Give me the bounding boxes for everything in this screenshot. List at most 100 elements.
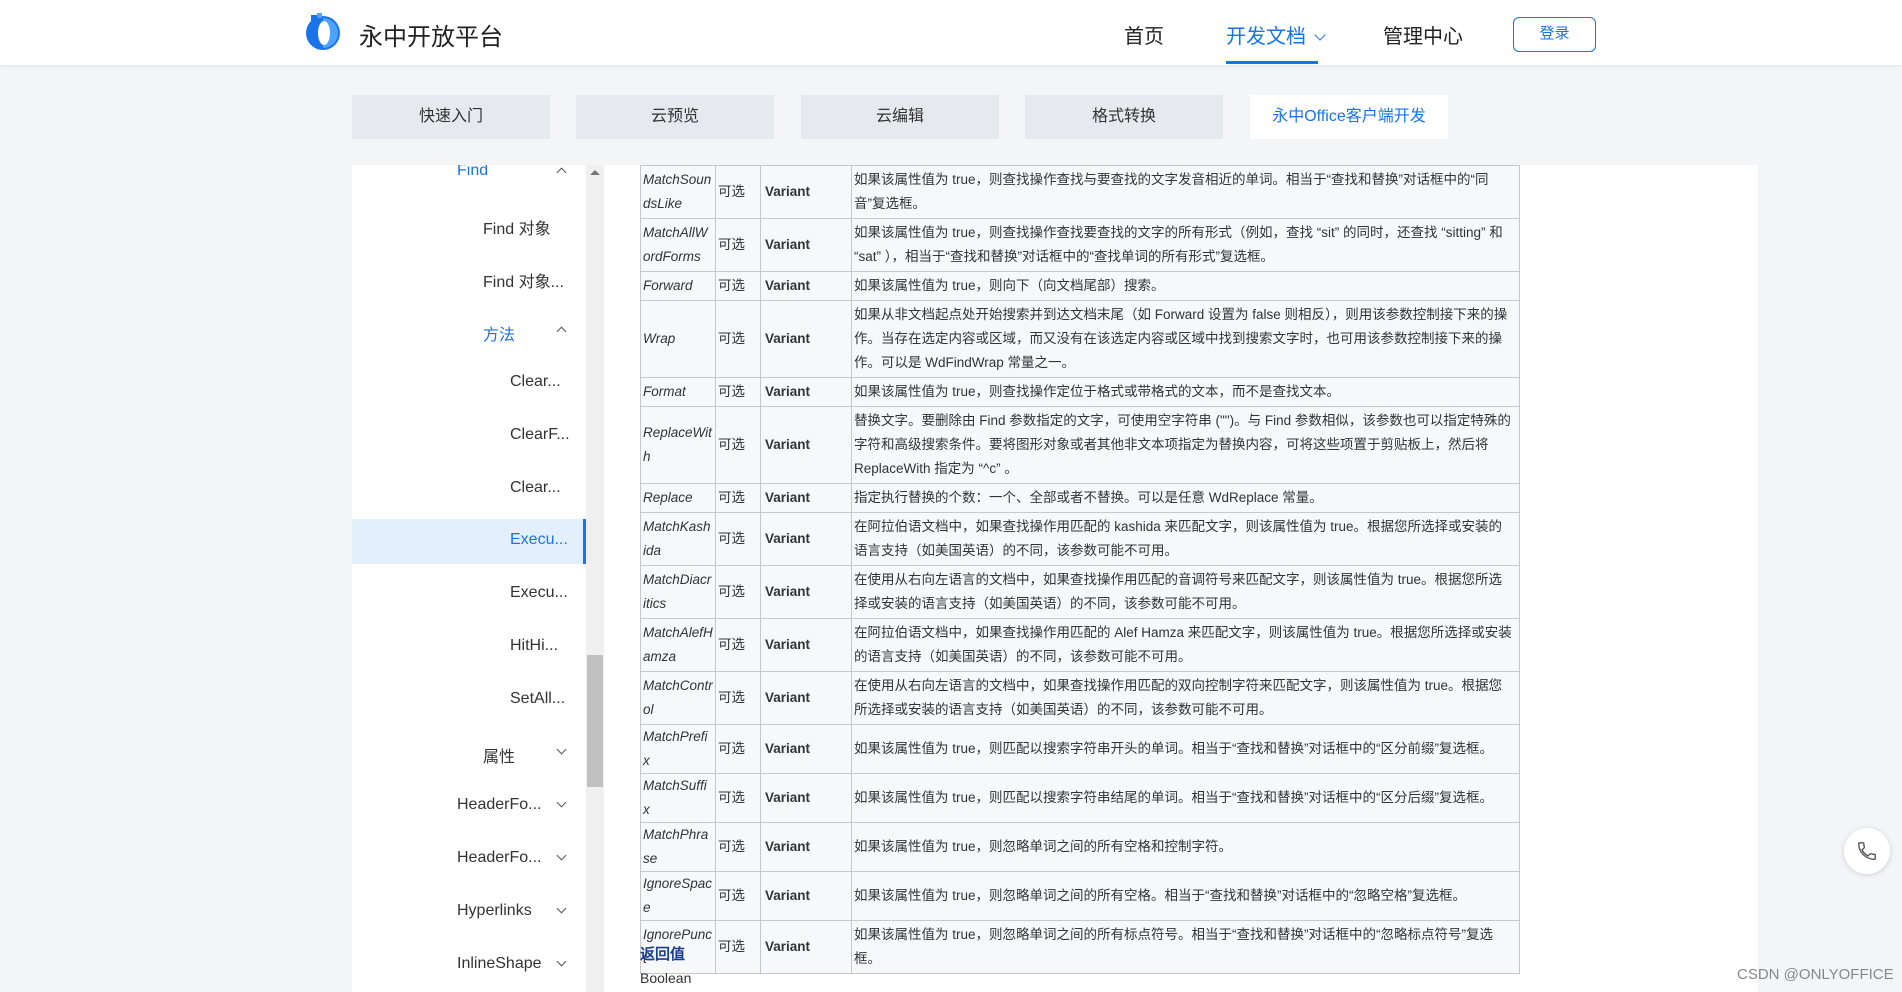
sidebar-item-inlineshape[interactable]: InlineShape: [457, 955, 542, 973]
param-name-cell: MatchSuffix: [640, 773, 716, 823]
param-description-cell: 在阿拉伯语文档中，如果查找操作用匹配的 Alef Hamza 来匹配文字，则该属…: [851, 618, 1520, 672]
param-name-cell: Replace: [640, 483, 716, 513]
sidebar-item-headerfooter-2[interactable]: HeaderFo...: [457, 849, 541, 867]
param-name-cell: MatchPrefix: [640, 724, 716, 774]
param-optional-cell: 可选: [715, 920, 761, 974]
chevron-up-icon[interactable]: [556, 167, 567, 178]
param-name-cell: ReplaceWith: [640, 406, 716, 484]
table-row: MatchDiacritics 可选 Variant 在使用从右向左语言的文档中，如果…: [640, 565, 1520, 619]
table-row: Forward 可选 Variant 如果该属性值为 true，则向下（向文档尾部）搜…: [640, 271, 1520, 301]
param-type-cell: Variant: [760, 920, 852, 974]
param-optional-cell: 可选: [715, 773, 761, 823]
param-optional-cell: 可选: [715, 271, 761, 301]
param-type-cell: Variant: [760, 512, 852, 566]
param-description-cell: 如果从非文档起点处开始搜索并到达文档末尾（如 Forward 设置为 false…: [851, 300, 1520, 378]
sidebar-item-headerfooter-1[interactable]: HeaderFo...: [457, 796, 541, 814]
tab-quick-start[interactable]: 快速入门: [352, 95, 550, 139]
param-optional-cell: 可选: [715, 822, 761, 872]
table-row: MatchPhrase 可选 Variant 如果该属性值为 true，则忽略单词之间…: [640, 822, 1520, 872]
table-row: MatchKashida 可选 Variant 在阿拉伯语文档中，如果查找操作用匹配的…: [640, 512, 1520, 566]
param-type-cell: Variant: [760, 271, 852, 301]
table-row: MatchPrefix 可选 Variant 如果该属性值为 true，则匹配以搜索字…: [640, 724, 1520, 774]
sidebar-item-execute-selected[interactable]: Execu...: [510, 531, 568, 549]
param-description-cell: 如果该属性值为 true，则查找操作查找要查找的文字的所有形式（例如，查找 “s…: [851, 218, 1520, 272]
top-header: 永中开放平台 首页 开发文档 管理中心 登录: [0, 0, 1902, 65]
param-description-cell: 如果该属性值为 true，则忽略单词之间的所有空格。相当于“查找和替换”对话框中…: [851, 871, 1520, 921]
phone-icon: [1858, 842, 1876, 860]
phone-contact-button[interactable]: [1844, 828, 1890, 874]
sidebar-item-hithighlight[interactable]: HitHi...: [510, 637, 558, 655]
param-optional-cell: 可选: [715, 165, 761, 219]
sidebar-item-setall[interactable]: SetAll...: [510, 690, 565, 708]
sidebar-item-find-object-2[interactable]: Find 对象...: [483, 268, 564, 292]
param-type-cell: Variant: [760, 773, 852, 823]
param-description-cell: 如果该属性值为 true，则向下（向文档尾部）搜索。: [851, 271, 1520, 301]
chevron-down-icon[interactable]: [556, 850, 567, 861]
param-optional-cell: 可选: [715, 300, 761, 378]
param-type-cell: Variant: [760, 618, 852, 672]
sidebar-item-clear-1[interactable]: Clear...: [510, 373, 561, 391]
table-row: IgnorePunct 可选 Variant 如果该属性值为 true，则忽略单词之间…: [640, 920, 1520, 974]
chevron-up-icon[interactable]: [556, 326, 567, 337]
sidebar-item-clear-2[interactable]: Clear...: [510, 479, 561, 497]
param-optional-cell: 可选: [715, 377, 761, 407]
nav-home[interactable]: 首页: [1124, 20, 1164, 49]
param-optional-cell: 可选: [715, 218, 761, 272]
login-button[interactable]: 登录: [1513, 17, 1596, 52]
sidebar-item-clearf[interactable]: ClearF...: [510, 426, 570, 444]
param-name-cell: MatchDiacritics: [640, 565, 716, 619]
param-optional-cell: 可选: [715, 565, 761, 619]
sidebar-item-execute-2[interactable]: Execu...: [510, 584, 568, 602]
table-row: ReplaceWith 可选 Variant 替换文字。要删除由 Find 参数指定的…: [640, 406, 1520, 484]
param-description-cell: 如果该属性值为 true，则匹配以搜索字符串结尾的单词。相当于“查找和替换”对话…: [851, 773, 1520, 823]
chevron-down-icon[interactable]: [556, 797, 567, 808]
scroll-up-arrow-icon[interactable]: [590, 170, 600, 175]
param-type-cell: Variant: [760, 218, 852, 272]
sidebar-item-properties[interactable]: 属性: [483, 743, 515, 767]
doc-sidebar: Find Find 对象 Find 对象... 方法 Clear... Clea…: [352, 165, 586, 992]
chevron-down-icon: [1314, 29, 1326, 41]
logo-icon[interactable]: [303, 12, 343, 52]
nav-dev-docs-label: 开发文档: [1226, 26, 1306, 48]
param-type-cell: Variant: [760, 483, 852, 513]
table-row: MatchSuffix 可选 Variant 如果该属性值为 true，则匹配以搜索字…: [640, 773, 1520, 823]
param-description-cell: 在阿拉伯语文档中，如果查找操作用匹配的 kashida 来匹配文字，则该属性值为…: [851, 512, 1520, 566]
param-description-cell: 如果该属性值为 true，则忽略单词之间的所有标点符号。相当于“查找和替换”对话…: [851, 920, 1520, 974]
nav-active-underline: [1226, 61, 1318, 64]
param-description-cell: 指定执行替换的个数：一个、全部或者不替换。可以是任意 WdReplace 常量。: [851, 483, 1520, 513]
param-name-cell: MatchKashida: [640, 512, 716, 566]
tab-cloud-preview[interactable]: 云预览: [576, 95, 774, 139]
param-name-cell: MatchControl: [640, 671, 716, 725]
logo-text[interactable]: 永中开放平台: [359, 17, 503, 52]
chevron-down-icon[interactable]: [556, 956, 567, 967]
param-description-cell: 替换文字。要删除由 Find 参数指定的文字，可使用空字符串 ("")。与 Fi…: [851, 406, 1520, 484]
params-table: MatchSoundsLike 可选 Variant 如果该属性值为 true，则查找…: [640, 165, 1520, 974]
param-name-cell: MatchPhrase: [640, 822, 716, 872]
nav-dev-docs[interactable]: 开发文档: [1226, 20, 1326, 49]
param-description-cell: 在使用从右向左语言的文档中，如果查找操作用匹配的音调符号来匹配文字，则该属性值为…: [851, 565, 1520, 619]
param-name-cell: MatchAllWordForms: [640, 218, 716, 272]
sidebar-item-methods[interactable]: 方法: [483, 321, 515, 345]
chevron-down-icon[interactable]: [556, 744, 567, 755]
table-row: Wrap 可选 Variant 如果从非文档起点处开始搜索并到达文档末尾（如 Forw…: [640, 300, 1520, 378]
param-description-cell: 如果该属性值为 true，则查找操作定位于格式或带格式的文本，而不是查找文本。: [851, 377, 1520, 407]
sidebar-item-hyperlinks[interactable]: Hyperlinks: [457, 902, 532, 920]
table-row: Format 可选 Variant 如果该属性值为 true，则查找操作定位于格式或带…: [640, 377, 1520, 407]
sidebar-scroll-thumb[interactable]: [587, 655, 603, 787]
sidebar-scrollbar[interactable]: [586, 165, 604, 992]
sidebar-item-find[interactable]: Find: [457, 165, 488, 180]
nav-admin-center[interactable]: 管理中心: [1383, 20, 1463, 49]
tab-cloud-edit[interactable]: 云编辑: [801, 95, 999, 139]
table-row: Replace 可选 Variant 指定执行替换的个数：一个、全部或者不替换。可以是…: [640, 483, 1520, 513]
chevron-down-icon[interactable]: [556, 903, 567, 914]
param-optional-cell: 可选: [715, 483, 761, 513]
tab-office-client-dev[interactable]: 永中Office客户端开发: [1250, 95, 1448, 139]
param-description-cell: 如果该属性值为 true，则匹配以搜索字符串开头的单词。相当于“查找和替换”对话…: [851, 724, 1520, 774]
param-type-cell: Variant: [760, 300, 852, 378]
param-name-cell: Wrap: [640, 300, 716, 378]
param-optional-cell: 可选: [715, 512, 761, 566]
sidebar-item-find-object[interactable]: Find 对象: [483, 215, 551, 239]
param-optional-cell: 可选: [715, 671, 761, 725]
tab-format-convert[interactable]: 格式转换: [1025, 95, 1223, 139]
param-type-cell: Variant: [760, 377, 852, 407]
